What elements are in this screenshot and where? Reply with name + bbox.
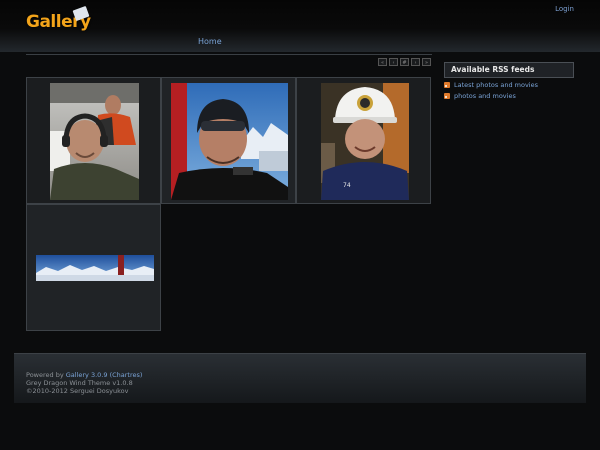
page-number-button[interactable]: #: [400, 58, 409, 66]
album-thumbnail[interactable]: [50, 83, 139, 200]
site-header: Gallery Login Home: [0, 0, 600, 52]
svg-text:74: 74: [343, 182, 351, 189]
prev-page-button[interactable]: ‹: [389, 58, 398, 66]
first-page-button[interactable]: «: [378, 58, 387, 66]
album-thumbnail[interactable]: 74: [321, 83, 409, 200]
album-item[interactable]: [26, 204, 161, 331]
rss-icon: [444, 93, 450, 99]
rss-icon: [444, 82, 450, 88]
pager: « ‹ # › »: [378, 58, 431, 67]
last-page-button[interactable]: »: [422, 58, 431, 66]
album-item[interactable]: [161, 77, 296, 204]
powered-by-text: Powered by: [26, 371, 66, 379]
main-nav: Home: [0, 36, 600, 52]
login-link[interactable]: Login: [555, 5, 574, 13]
rss-feed-link[interactable]: Latest photos and movies: [454, 81, 538, 89]
next-page-button[interactable]: ›: [411, 58, 420, 66]
gallery-logo[interactable]: Gallery: [26, 5, 96, 38]
rss-feeds-title: Available RSS feeds: [444, 62, 574, 78]
album-item[interactable]: 74: [296, 77, 431, 204]
album-thumbnail[interactable]: [171, 83, 288, 200]
album-thumbnail[interactable]: [36, 255, 154, 281]
album-item[interactable]: [26, 77, 161, 204]
copyright-line: ©2010-2012 Serguei Dosyukov: [26, 387, 129, 395]
content-divider: [26, 54, 432, 55]
sidebar: Available RSS feeds Latest photos and mo…: [444, 62, 574, 100]
album-grid: 74: [26, 77, 432, 332]
rss-feed-link[interactable]: photos and movies: [454, 92, 516, 100]
rss-feed-item[interactable]: Latest photos and movies: [444, 81, 574, 89]
powered-by-line: Powered by Gallery 3.0.9 (Chartres): [26, 371, 142, 379]
theme-line: Grey Dragon Wind Theme v1.0.8: [26, 379, 133, 387]
gallery-version-link[interactable]: Gallery 3.0.9 (Chartres): [66, 371, 143, 379]
nav-home-link[interactable]: Home: [198, 37, 222, 46]
rss-feed-item[interactable]: photos and movies: [444, 92, 574, 100]
site-footer: Powered by Gallery 3.0.9 (Chartres) Grey…: [14, 353, 586, 403]
